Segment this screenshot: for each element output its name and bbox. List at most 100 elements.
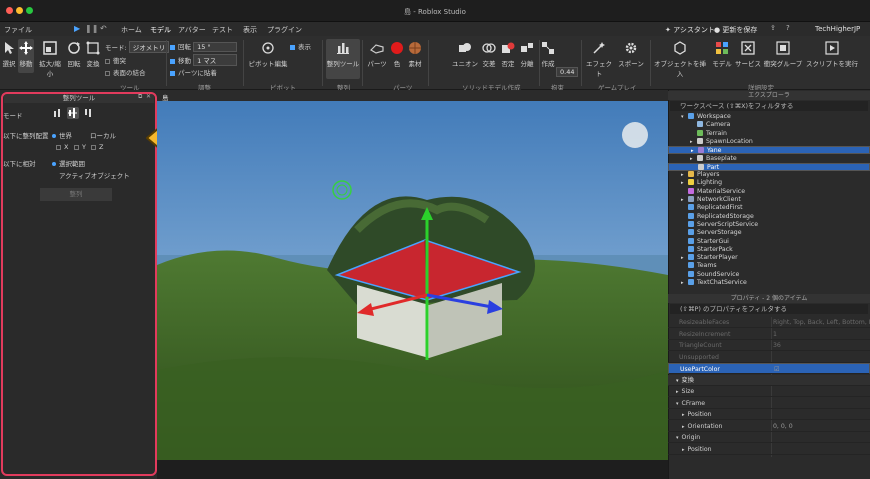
property-name: ResizeableFaces: [679, 319, 730, 326]
tree-item[interactable]: ReplicatedStorage: [668, 212, 870, 221]
tree-item[interactable]: ▸ NetworkClient: [668, 196, 870, 204]
model-button[interactable]: モデル: [711, 41, 733, 68]
rotate-snap[interactable]: 回転 15 °: [170, 41, 238, 52]
property-row[interactable]: ▸ Orientation 0, 0, 0: [668, 421, 870, 432]
collisions-toggle[interactable]: 衝突: [105, 55, 126, 65]
share-icon[interactable]: ⇪: [770, 24, 776, 32]
property-row[interactable]: ResizeableFaces Right, Top, Back, Left, B…: [668, 317, 870, 328]
tree-item[interactable]: Camera: [668, 121, 870, 129]
tree-item[interactable]: Terrain: [668, 129, 870, 138]
part-icon: [370, 44, 384, 54]
expand-arrow-icon[interactable]: ▸: [690, 138, 697, 146]
property-row[interactable]: ▾ Origin: [668, 432, 870, 443]
collision-groups-button[interactable]: 衝突グループ: [763, 41, 803, 68]
tree-item[interactable]: ▸ Yane: [668, 146, 870, 155]
tree-item-label: Yane: [707, 147, 722, 155]
property-row[interactable]: ▸ Size: [668, 386, 870, 397]
scale-tool-button[interactable]: 拡大/縮小: [36, 41, 64, 78]
align-tool-button[interactable]: 整列ツール: [326, 39, 360, 79]
property-value[interactable]: 0, 0, 0: [773, 421, 793, 432]
properties-filter-input[interactable]: (⇧⌘P) のプロパティをフィルタする: [670, 304, 868, 314]
spawn-button[interactable]: スポーン: [617, 41, 645, 68]
intersect-button[interactable]: 交差: [480, 41, 498, 68]
rotate-tool-button[interactable]: 回転: [66, 41, 82, 68]
property-name: Unsupported: [679, 353, 719, 361]
material-button[interactable]: 素材: [406, 41, 424, 68]
property-value[interactable]: 1: [773, 329, 777, 340]
property-value[interactable]: Right, Top, Back, Left, Bottom, Fr...: [773, 317, 870, 328]
part-button[interactable]: パーツ: [366, 41, 388, 68]
3d-viewport[interactable]: [157, 90, 668, 460]
join-surfaces-toggle[interactable]: 表面の結合: [105, 67, 146, 77]
tab-view[interactable]: 表示: [243, 25, 257, 35]
property-value[interactable]: 36: [773, 340, 781, 351]
pivot-show-toggle[interactable]: 表示: [290, 41, 311, 51]
tree-item[interactable]: SoundService: [668, 270, 870, 279]
property-category[interactable]: ▾ 変換: [668, 374, 870, 386]
tree-item[interactable]: ▸ SpawnLocation: [668, 137, 870, 146]
separate-button[interactable]: 分離: [518, 41, 536, 68]
run-script-button[interactable]: スクリプトを実行: [806, 41, 858, 68]
tree-item[interactable]: Part: [668, 162, 870, 172]
tree-item[interactable]: StarterPack: [668, 245, 870, 254]
mode-select[interactable]: モード: ジオメトリ: [105, 41, 170, 53]
property-value[interactable]: ☑: [774, 364, 780, 375]
negate-button[interactable]: 否定: [499, 41, 517, 68]
tree-item[interactable]: ServerScriptService: [668, 220, 870, 229]
expand-arrow-icon[interactable]: ▸: [681, 254, 688, 262]
help-icon[interactable]: ?: [786, 24, 790, 32]
tab-test[interactable]: テスト: [212, 25, 233, 35]
service-button[interactable]: サービス: [735, 41, 761, 68]
expand-arrow-icon[interactable]: ▸: [681, 179, 688, 187]
pause-icon[interactable]: ❚❚: [85, 24, 98, 33]
color-icon: [391, 42, 403, 54]
tree-item[interactable]: ▸ Players: [668, 171, 870, 179]
snap-parts-toggle[interactable]: パーツに貼着: [170, 67, 217, 77]
tab-plugins[interactable]: プラグイン: [267, 25, 302, 35]
property-row[interactable]: ResizeIncrement 1: [668, 329, 870, 340]
property-row[interactable]: TriangleCount 36: [668, 340, 870, 351]
effects-button[interactable]: エフェクト: [584, 41, 614, 78]
property-row[interactable]: Unsupported: [668, 352, 870, 363]
user-name[interactable]: TechHigherJP: [815, 25, 860, 33]
tree-item[interactable]: StarterGui: [668, 237, 870, 246]
constraint-create-button[interactable]: 作成: [541, 41, 555, 68]
undo-icon[interactable]: ↶: [100, 24, 107, 33]
tree-item[interactable]: ▸ TextChatService: [668, 279, 870, 287]
tree-item[interactable]: ReplicatedFirst: [668, 204, 870, 212]
tree-item[interactable]: MaterialService: [668, 187, 870, 196]
tree-item[interactable]: ▾ Workspace: [668, 113, 870, 121]
expand-arrow-icon[interactable]: ▸: [681, 196, 688, 204]
tab-home[interactable]: ホーム: [121, 25, 142, 35]
insert-object-button[interactable]: オブジェクトを挿入: [652, 41, 708, 78]
property-row[interactable]: ▸ Position: [668, 444, 870, 455]
pivot-edit-button[interactable]: ピボット編集: [247, 41, 289, 68]
move-tool-button[interactable]: 移動: [18, 39, 34, 73]
play-icon[interactable]: ▶: [74, 24, 80, 33]
property-name: Orientation: [687, 422, 723, 430]
viewport-tab[interactable]: 島: [157, 90, 668, 102]
expand-arrow-icon[interactable]: ▸: [690, 155, 697, 163]
assistant-button[interactable]: ✦ アシスタント: [665, 25, 715, 35]
transform-tool-button[interactable]: 変換: [84, 41, 102, 68]
tree-item[interactable]: ▸ StarterPlayer: [668, 254, 870, 262]
select-tool-button[interactable]: 選択: [2, 41, 16, 68]
expand-arrow-icon[interactable]: ▾: [681, 113, 688, 121]
tree-item[interactable]: Teams: [668, 262, 870, 270]
constraint-scale[interactable]: 0.44: [556, 67, 579, 77]
property-row[interactable]: UsePartColor ☑: [668, 363, 870, 374]
tree-item[interactable]: ▸ Baseplate: [668, 154, 870, 163]
union-button[interactable]: ユニオン: [452, 41, 478, 68]
explorer-filter-input[interactable]: ワークスペース (⇧⌘X)をフィルタする: [670, 101, 868, 111]
tree-item[interactable]: ServerStorage: [668, 229, 870, 237]
tree-item[interactable]: ▸ Lighting: [668, 179, 870, 187]
color-button[interactable]: 色: [390, 41, 404, 68]
expand-arrow-icon[interactable]: ▸: [681, 279, 688, 287]
save-updates-button[interactable]: ● 更新を保存: [714, 25, 757, 35]
property-row[interactable]: ▸ Position: [668, 409, 870, 420]
file-menu[interactable]: ファイル: [4, 25, 32, 35]
tab-avatar[interactable]: アバター: [178, 25, 206, 35]
move-snap[interactable]: 移動 1 マス: [170, 54, 238, 66]
property-row[interactable]: ▾ CFrame: [668, 398, 870, 409]
expand-arrow-icon[interactable]: ▸: [681, 171, 688, 179]
